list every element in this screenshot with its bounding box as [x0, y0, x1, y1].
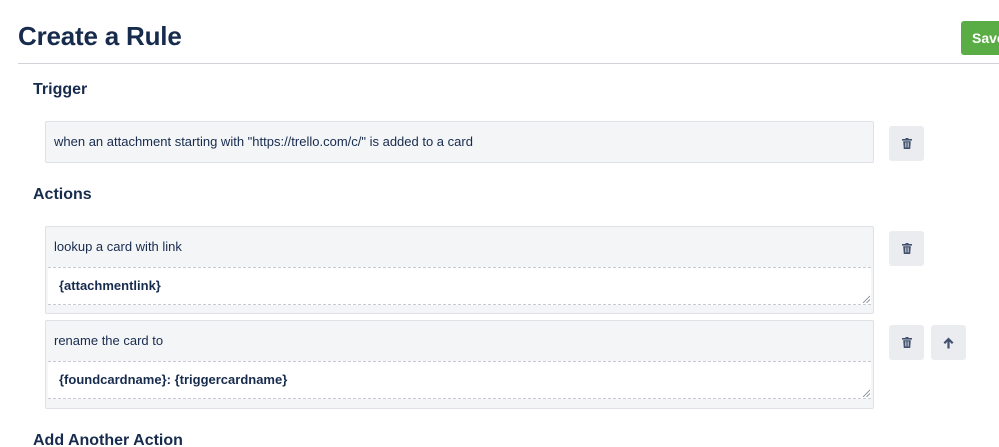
action-move-up-button[interactable] [931, 325, 966, 360]
trigger-card[interactable]: when an attachment starting with "https:… [45, 121, 874, 163]
header-divider [18, 63, 999, 64]
action-text: rename the card to [54, 333, 164, 348]
trigger-delete-button[interactable] [889, 126, 924, 161]
page-title: Create a Rule [18, 21, 182, 51]
action-card[interactable]: rename the card to {foundcardname}: {tri… [45, 320, 874, 409]
action-param-value: {foundcardname}: {triggercardname} [59, 372, 288, 387]
action-delete-button[interactable] [889, 325, 924, 360]
action-delete-button[interactable] [889, 231, 924, 266]
trash-icon [901, 337, 912, 348]
save-button[interactable]: Save [961, 21, 999, 55]
action-text: lookup a card with link [54, 239, 182, 254]
trigger-text: when an attachment starting with "https:… [54, 134, 473, 149]
trash-icon [901, 243, 912, 254]
action-param-field[interactable]: {foundcardname}: {triggercardname} [48, 361, 871, 399]
action-card[interactable]: lookup a card with link {attachmentlink} [45, 226, 874, 314]
action-param-value: {attachmentlink} [59, 278, 161, 293]
add-action-section-title: Add Another Action [33, 432, 183, 447]
actions-section-title: Actions [33, 186, 92, 203]
resize-grip-icon[interactable] [862, 295, 870, 303]
trigger-section-title: Trigger [33, 81, 88, 98]
action-param-field[interactable]: {attachmentlink} [48, 267, 871, 305]
trash-icon [901, 138, 912, 149]
arrow-up-icon [943, 337, 954, 348]
resize-grip-icon[interactable] [862, 389, 870, 397]
